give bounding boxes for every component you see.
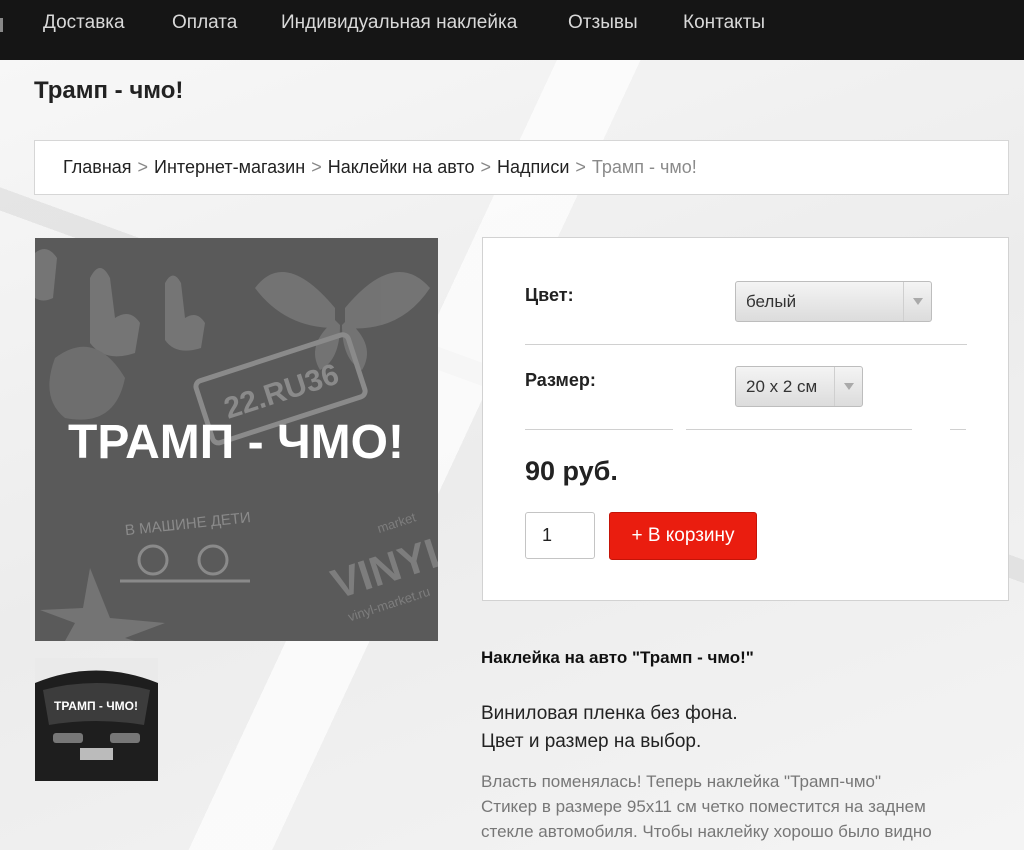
description-paragraph: Власть поменялась! Теперь наклейка "Трам…: [481, 772, 882, 791]
color-label: Цвет:: [525, 285, 574, 305]
nav-edge-mark: [0, 18, 3, 32]
breadcrumb-inscriptions[interactable]: Надписи: [497, 157, 569, 178]
breadcrumb-car-stickers[interactable]: Наклейки на авто: [328, 157, 475, 178]
add-to-cart-button[interactable]: + В корзину: [609, 512, 757, 560]
nav-item-delivery[interactable]: Доставка: [43, 12, 125, 34]
chevron-down-icon: [834, 367, 862, 406]
product-thumbnail[interactable]: ТРАМП - ЧМО!: [35, 658, 158, 781]
description-line: Цвет и размер на выбор.: [481, 731, 702, 752]
description-paragraph: стекле автомобиля. Чтобы наклейку хорошо…: [481, 822, 932, 841]
divider: [950, 429, 966, 430]
divider: [525, 429, 673, 430]
breadcrumb-separator: >: [575, 157, 586, 177]
quantity-input[interactable]: [525, 512, 595, 559]
top-navigation: Доставка Оплата Индивидуальная наклейка …: [0, 0, 1024, 60]
nav-item-reviews[interactable]: Отзывы: [568, 12, 638, 34]
nav-item-payment[interactable]: Оплата: [172, 12, 237, 34]
divider: [525, 344, 967, 345]
size-label: Размер:: [525, 370, 596, 390]
breadcrumb-separator: >: [480, 157, 491, 177]
description-title: Наклейка на авто "Трамп - чмо!": [481, 648, 754, 667]
color-select-value: белый: [746, 291, 797, 311]
breadcrumb-home[interactable]: Главная: [63, 157, 132, 178]
nav-item-custom-sticker[interactable]: Индивидуальная наклейка: [281, 12, 517, 34]
chevron-down-icon: [903, 282, 931, 321]
breadcrumb-shop[interactable]: Интернет-магазин: [154, 157, 305, 178]
description-paragraph: Стикер в размере 95x11 см четко поместит…: [481, 797, 926, 816]
page-title: Трамп - чмо!: [34, 77, 184, 104]
description-line: Виниловая пленка без фона.: [481, 703, 738, 724]
size-select-value: 20 x 2 см: [746, 376, 818, 396]
product-price: 90 руб.: [525, 456, 618, 486]
thumb-sticker-text: ТРАМП - ЧМО!: [54, 699, 138, 713]
sticker-text: ТРАМП - ЧМО!: [68, 416, 404, 469]
product-options-panel: Цвет: белый Размер: 20 x 2 см 90 руб. + …: [482, 237, 1009, 601]
nav-item-contacts[interactable]: Контакты: [683, 12, 765, 34]
car-rear-thumbnail: ТРАМП - ЧМО!: [35, 658, 158, 781]
sticker-collage-image: 22.RU36 В МАШИНЕ ДЕТИ VINYL market vinyl…: [35, 238, 438, 641]
breadcrumb: Главная > Интернет-магазин > Наклейки на…: [34, 140, 1009, 195]
product-main-image[interactable]: 22.RU36 В МАШИНЕ ДЕТИ VINYL market vinyl…: [35, 238, 438, 641]
divider: [686, 429, 912, 430]
breadcrumb-current: Трамп - чмо!: [591, 157, 697, 177]
breadcrumb-separator: >: [137, 157, 149, 177]
color-select[interactable]: белый: [735, 281, 932, 322]
size-select[interactable]: 20 x 2 см: [735, 366, 863, 407]
breadcrumb-separator: >: [311, 157, 322, 177]
